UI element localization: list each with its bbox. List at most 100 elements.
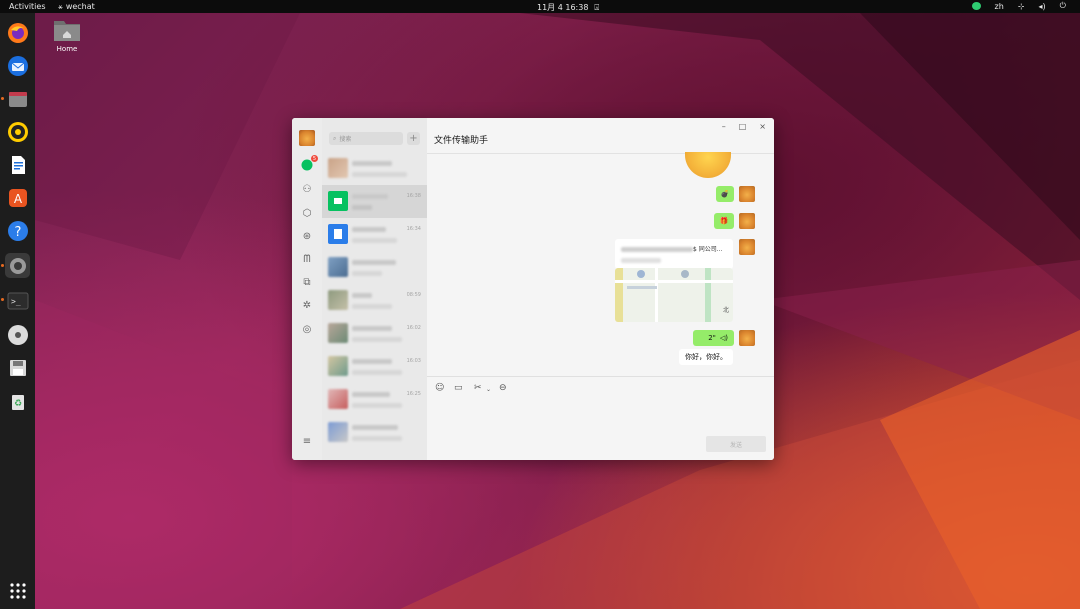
- thunderbird-icon[interactable]: [5, 53, 30, 78]
- firefox-icon[interactable]: [5, 20, 30, 45]
- chat-name-blurred: [352, 359, 392, 364]
- file-subtitle-blurred: [621, 258, 661, 263]
- my-avatar[interactable]: [739, 186, 755, 202]
- chat-time: 08:59: [406, 292, 421, 298]
- running-indicator: [1, 298, 4, 301]
- svg-text:?: ?: [14, 225, 21, 240]
- bomb-emoji-icon: 💣: [720, 190, 730, 198]
- wechat-tray-icon[interactable]: [971, 2, 981, 10]
- close-button[interactable]: ×: [759, 122, 766, 131]
- map-preview: [615, 268, 733, 322]
- user-avatar[interactable]: [299, 130, 315, 146]
- chat-list-pane: ⌕ 搜索 + 16:38 16:34 08:59 16:02 16:03 16:…: [322, 118, 427, 460]
- chat-time: 16:02: [406, 325, 421, 331]
- activities-button[interactable]: Activities: [9, 2, 46, 11]
- chat-time: 16:25: [406, 391, 421, 397]
- chat-list-item-file-transfer[interactable]: 16:38: [322, 185, 427, 218]
- chat-preview-blurred: [352, 403, 402, 408]
- network-icon[interactable]: ⊹: [1018, 2, 1025, 11]
- chat-list-item[interactable]: 08:59: [322, 284, 427, 317]
- my-avatar[interactable]: [739, 239, 755, 255]
- volume-icon[interactable]: ◂): [1039, 2, 1046, 11]
- phone-icon[interactable]: ◎: [300, 322, 314, 336]
- channels-icon[interactable]: ᗰ: [300, 252, 314, 266]
- search-feature-icon[interactable]: ⧉: [300, 275, 314, 289]
- chat-name-blurred: [352, 425, 398, 430]
- chat-list-item[interactable]: [322, 416, 427, 449]
- chat-list-item[interactable]: [322, 251, 427, 284]
- chats-icon[interactable]: 5: [300, 155, 318, 172]
- save-disk-icon[interactable]: [5, 355, 30, 380]
- search-placeholder: 搜索: [339, 136, 352, 143]
- sticker-message[interactable]: [685, 152, 731, 178]
- help-icon[interactable]: ?: [5, 218, 30, 243]
- chat-history-icon[interactable]: ⊖: [499, 383, 507, 393]
- disc-icon[interactable]: [5, 322, 30, 347]
- maximize-button[interactable]: □: [739, 122, 747, 131]
- svg-text:♻: ♻: [13, 399, 21, 409]
- mini-programs-icon[interactable]: ✲: [300, 298, 314, 312]
- chat-name-blurred: [352, 326, 392, 331]
- chat-preview-blurred: [352, 238, 397, 243]
- chat-list-item[interactable]: 16:25: [322, 383, 427, 416]
- app-center-icon[interactable]: A: [5, 185, 30, 210]
- rhythmbox-icon[interactable]: [5, 119, 30, 144]
- app-menu[interactable]: ⚹ wechat: [58, 2, 95, 12]
- scissors-icon[interactable]: ✂: [474, 383, 482, 393]
- home-folder-icon: [53, 18, 81, 42]
- search-icon: ⌕: [333, 134, 337, 142]
- emoji-icon[interactable]: ☺: [435, 383, 444, 393]
- chat-preview-blurred: [352, 172, 407, 177]
- add-button[interactable]: +: [407, 132, 420, 145]
- settings-icon[interactable]: [5, 253, 30, 278]
- show-apps-icon[interactable]: [5, 578, 30, 603]
- gift-emoji-icon: 🎁: [719, 217, 729, 225]
- chat-name-blurred: [352, 161, 392, 166]
- chat-time: 16:38: [406, 193, 421, 199]
- contacts-icon[interactable]: ⚇: [300, 182, 314, 196]
- svg-text:A: A: [13, 192, 22, 206]
- voice-message[interactable]: 2" ◁): [693, 330, 734, 346]
- power-icon[interactable]: ⏻: [1060, 1, 1066, 11]
- terminal-icon[interactable]: >_: [5, 288, 30, 313]
- chat-name-blurred: [352, 227, 386, 232]
- home-label: Home: [56, 45, 78, 53]
- chat-pane: – □ × 文件传输助手 💣 🎁 $ 同公司... 北 2" ◁) 你好，你好。…: [427, 118, 774, 460]
- text-message-content: 你好，你好。: [685, 353, 727, 361]
- language-indicator[interactable]: zh: [995, 2, 1004, 11]
- location-message[interactable]: 北: [615, 268, 733, 322]
- chat-list-item[interactable]: 16:02: [322, 317, 427, 350]
- writer-icon[interactable]: [5, 152, 30, 177]
- unread-badge: 5: [311, 155, 318, 162]
- clock[interactable]: 11月 4 16:38 ⍓: [537, 2, 599, 13]
- search-input[interactable]: ⌕ 搜索: [329, 132, 403, 145]
- emoji-message[interactable]: 🎁: [714, 213, 734, 229]
- chat-avatar: [328, 290, 348, 310]
- text-message[interactable]: 你好，你好。: [679, 349, 733, 365]
- system-tray[interactable]: zh ⊹ ◂) ⏻: [971, 1, 1066, 11]
- send-button[interactable]: 发送: [706, 436, 766, 452]
- folder-icon[interactable]: ▭: [454, 383, 463, 393]
- notification-icon: ⍓: [594, 3, 600, 12]
- file-title-blurred: [621, 247, 693, 252]
- chat-list-item[interactable]: [322, 152, 427, 185]
- more-menu-icon[interactable]: ≡: [300, 434, 314, 448]
- chat-list-item[interactable]: 16:34: [322, 218, 427, 251]
- dock: A ? >_ ♻: [0, 13, 35, 609]
- trash-icon[interactable]: ♻: [5, 388, 30, 413]
- my-avatar[interactable]: [739, 213, 755, 229]
- top-bar: Activities ⚹ wechat 11月 4 16:38 ⍓ zh ⊹ ◂) …: [0, 0, 1080, 13]
- files-icon[interactable]: [5, 86, 30, 111]
- chat-list-item[interactable]: 16:03: [322, 350, 427, 383]
- my-avatar[interactable]: [739, 330, 755, 346]
- emoji-message[interactable]: 💣: [716, 186, 734, 202]
- file-card-message[interactable]: $ 同公司...: [615, 239, 733, 269]
- wechat-app-icon: ⚹: [58, 2, 63, 11]
- chat-time: 16:03: [406, 358, 421, 364]
- chevron-down-icon[interactable]: ⌄: [486, 386, 491, 393]
- minimize-button[interactable]: –: [722, 122, 726, 131]
- moments-icon[interactable]: ⊛: [300, 229, 314, 243]
- favorites-icon[interactable]: ⬡: [300, 206, 314, 220]
- chat-name-blurred: [352, 392, 390, 397]
- desktop-home-icon[interactable]: Home: [50, 18, 84, 53]
